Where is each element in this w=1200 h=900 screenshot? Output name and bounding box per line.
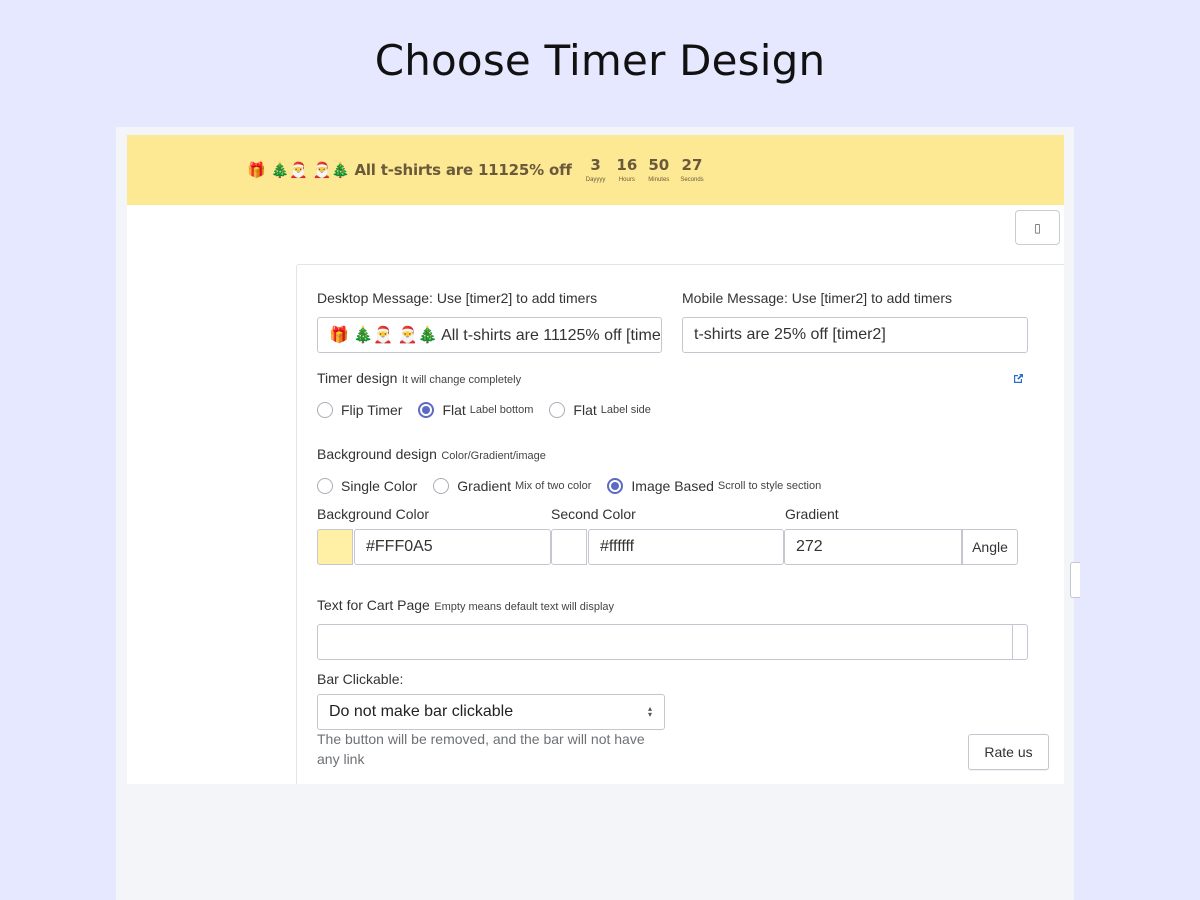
gradient-angle-value: 272 bbox=[796, 538, 823, 555]
cart-text-input-addon bbox=[1012, 624, 1028, 660]
cart-text-heading: Text for Cart Page Empty means default t… bbox=[317, 597, 614, 615]
preview-bar: 🎁 🎄🎅 🎅🎄 All t-shirts are 11125% off 3 Da… bbox=[127, 135, 1064, 205]
bar-clickable-select[interactable]: Do not make bar clickable ▴ ▾ bbox=[317, 694, 665, 730]
desktop-message-value: 🎁 🎄🎅 🎅🎄 All t-shirts are 11125% off [tim… bbox=[329, 327, 662, 344]
gradient-angle-suffix: Angle bbox=[962, 529, 1018, 565]
bg-option-single-color[interactable]: Single Color bbox=[317, 478, 417, 494]
timer-minutes-label: Minutes bbox=[648, 176, 670, 183]
timer-hours-label: Hours bbox=[618, 176, 635, 183]
bg-option-image-based-label: Image Based bbox=[631, 478, 714, 494]
mobile-preview-button[interactable]: ▯ bbox=[1015, 210, 1060, 245]
timer-minutes-value: 50 bbox=[648, 155, 670, 174]
desktop-message-input[interactable]: 🎁 🎄🎅 🎅🎄 All t-shirts are 11125% off [tim… bbox=[317, 317, 662, 353]
mobile-icon: ▯ bbox=[1034, 220, 1041, 235]
app-frame: 🎁 🎄🎅 🎅🎄 All t-shirts are 11125% off 3 Da… bbox=[116, 127, 1080, 900]
second-color-label: Second Color bbox=[551, 506, 636, 522]
timer-hours-value: 16 bbox=[616, 155, 638, 174]
external-link-icon[interactable] bbox=[1013, 373, 1024, 384]
side-handle[interactable] bbox=[1070, 562, 1080, 598]
background-color-input[interactable]: #FFF0A5 bbox=[354, 529, 551, 565]
desktop-message-label: Desktop Message: Use [timer2] to add tim… bbox=[317, 290, 598, 306]
gradient-label: Gradient bbox=[785, 506, 839, 522]
select-arrows-icon: ▴ ▾ bbox=[647, 704, 652, 719]
timer-unit-days: 3 Dayyyy bbox=[586, 156, 606, 183]
timer-unit-minutes: 50 Minutes bbox=[648, 156, 669, 183]
timer-option-flat-side-label: Flat bbox=[573, 402, 597, 418]
bar-clickable-help: The button will be removed, and the bar … bbox=[317, 731, 645, 767]
bg-option-gradient-radio[interactable] bbox=[433, 478, 450, 494]
bg-option-gradient[interactable]: Gradient Mix of two color bbox=[433, 478, 591, 494]
page-title: Choose Timer Design bbox=[374, 36, 826, 85]
countdown-timer: 3 Dayyyy 16 Hours 50 Minutes 27 Seconds bbox=[586, 156, 715, 183]
timer-design-heading: Timer design It will change completely bbox=[317, 370, 521, 388]
bg-option-gradient-sub: Mix of two color bbox=[514, 480, 592, 492]
rate-us-button[interactable]: Rate us bbox=[968, 734, 1049, 770]
bar-clickable-selected: Do not make bar clickable bbox=[329, 703, 514, 720]
background-design-options: Single Color Gradient Mix of two color I… bbox=[317, 478, 837, 494]
background-color-value: #FFF0A5 bbox=[366, 538, 433, 555]
app-content: 🎁 🎄🎅 🎅🎄 All t-shirts are 11125% off 3 Da… bbox=[127, 135, 1080, 784]
timer-option-flat-bottom[interactable]: Flat Label bottom bbox=[418, 402, 533, 418]
bg-option-single-color-radio[interactable] bbox=[317, 478, 333, 494]
background-design-heading: Background design Color/Gradient/image bbox=[317, 446, 546, 464]
second-color-value: #ffffff bbox=[600, 538, 635, 555]
mobile-message-value: t-shirts are 25% off [timer2] bbox=[694, 326, 886, 343]
timer-unit-seconds: 27 Seconds bbox=[680, 156, 703, 183]
mobile-message-input[interactable]: t-shirts are 25% off [timer2] bbox=[682, 317, 1028, 353]
timer-option-flat-side-radio[interactable] bbox=[549, 402, 566, 418]
cart-text-label: Text for Cart Page bbox=[317, 597, 430, 613]
timer-seconds-label: Seconds bbox=[680, 176, 704, 183]
second-color-swatch[interactable] bbox=[551, 529, 587, 565]
timer-option-flat-bottom-label: Flat bbox=[442, 402, 466, 418]
gradient-angle-input[interactable]: 272 bbox=[784, 529, 962, 565]
background-design-label: Background design bbox=[317, 446, 437, 462]
timer-design-label: Timer design bbox=[317, 370, 398, 386]
timer-design-options: Flip Timer Flat Label bottom Flat Label … bbox=[317, 402, 667, 418]
bg-option-image-based-radio[interactable] bbox=[607, 478, 624, 494]
timer-option-flat-bottom-radio[interactable] bbox=[418, 402, 435, 418]
bg-option-image-based-sub: Scroll to style section bbox=[717, 480, 822, 492]
timer-option-flip-label: Flip Timer bbox=[341, 402, 403, 418]
timer-seconds-value: 27 bbox=[681, 155, 703, 174]
bg-option-single-color-label: Single Color bbox=[341, 478, 418, 494]
timer-days-value: 3 bbox=[590, 155, 601, 174]
background-color-label: Background Color bbox=[317, 506, 430, 522]
timer-option-flat-bottom-sub: Label bottom bbox=[469, 404, 534, 416]
timer-option-flat-side-sub: Label side bbox=[600, 404, 651, 416]
timer-option-flip-radio[interactable] bbox=[317, 402, 333, 418]
background-design-hint: Color/Gradient/image bbox=[441, 450, 546, 462]
cart-text-input[interactable] bbox=[317, 624, 1013, 660]
preview-bar-message: 🎁 🎄🎅 🎅🎄 All t-shirts are 11125% off bbox=[247, 161, 572, 179]
bg-option-gradient-label: Gradient bbox=[457, 478, 511, 494]
timer-unit-hours: 16 Hours bbox=[616, 156, 637, 183]
settings-panel: Desktop Message: Use [timer2] to add tim… bbox=[296, 264, 1064, 784]
second-color-input[interactable]: #ffffff bbox=[588, 529, 784, 565]
background-color-swatch[interactable] bbox=[317, 529, 353, 565]
timer-days-label: Dayyyy bbox=[585, 176, 606, 183]
timer-option-flip[interactable]: Flip Timer bbox=[317, 402, 402, 418]
bg-option-image-based[interactable]: Image Based Scroll to style section bbox=[607, 478, 821, 494]
timer-option-flat-side[interactable]: Flat Label side bbox=[549, 402, 651, 418]
mobile-message-label: Mobile Message: Use [timer2] to add time… bbox=[682, 290, 952, 306]
bar-clickable-label: Bar Clickable: bbox=[317, 671, 404, 687]
timer-design-hint: It will change completely bbox=[401, 374, 522, 386]
cart-text-hint: Empty means default text will display bbox=[434, 601, 615, 613]
